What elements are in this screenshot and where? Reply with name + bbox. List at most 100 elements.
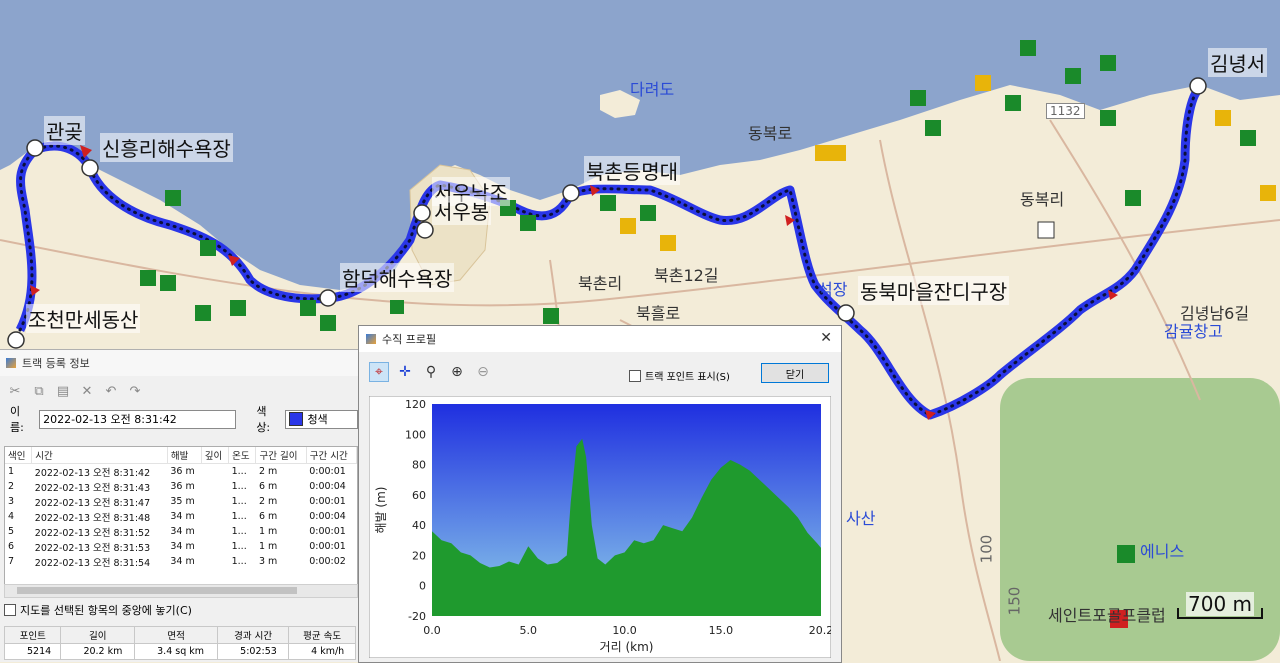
center-map-row[interactable]: 지도를 선택된 항목의 중앙에 놓기(C) [4, 602, 192, 618]
zoom-in-icon[interactable]: ⊕ [447, 362, 467, 382]
column-header[interactable]: 구간 시간 [306, 447, 357, 464]
waypoint-marker[interactable] [81, 159, 99, 177]
waypoint-marker[interactable] [562, 184, 580, 202]
summary-header: 경과 시간 [217, 626, 290, 644]
table-cell: 2022-02-13 오전 8:31:47 [34, 497, 151, 509]
waypoint-marker[interactable] [319, 289, 337, 307]
color-select[interactable]: 청색 [285, 409, 358, 429]
table-cell: 2022-02-13 오전 8:31:48 [34, 512, 151, 524]
table-cell: 6 m [258, 511, 278, 522]
map-label-bukchon-deungmyeong: 북촌등명대 [584, 156, 680, 185]
track-points-table[interactable]: 색인 시간 해발 깊이 온도 구간 길이 구간 시간 1 2022-02-13 오… [4, 446, 358, 586]
table-cell: 2022-02-13 오전 8:31:54 [34, 557, 151, 569]
table-cell: 1... [231, 526, 247, 537]
track-properties-panel: 트랙 등록 정보 ✂ ⧉ ▤ ✕ ↶ ↷ 이름: 2022-02-13 오전 8… [0, 349, 358, 662]
table-cell: 2022-02-13 오전 8:31:53 [34, 542, 151, 554]
table-row[interactable]: 5 2022-02-13 오전 8:31:52 34 m 1... 1 m 0:00:01 [5, 524, 357, 539]
y-tick-label: 40 [412, 519, 426, 532]
map-label-gwangot: 관곶 [44, 116, 85, 145]
table-cell: 2022-02-13 오전 8:31:52 [34, 527, 151, 539]
column-header[interactable]: 해발 [167, 447, 202, 464]
summary-header: 길이 [60, 626, 136, 644]
track-summary-table: 포인트 길이 면적 경과 시간 평균 속도 5214 20.2 km 3.4 s… [3, 626, 356, 660]
table-cell: 36 m [170, 481, 195, 492]
undo-icon[interactable]: ↶ [102, 384, 120, 399]
name-label: 이름: [10, 405, 24, 434]
y-tick-label: 80 [412, 459, 426, 472]
close-icon[interactable]: ✕ [820, 330, 832, 346]
map-label-contour-100: 100 [977, 534, 996, 564]
zoom-tool-icon[interactable]: ⚲ [421, 362, 441, 382]
table-cell: 2022-02-13 오전 8:31:42 [34, 467, 151, 479]
table-cell: 0:00:01 [309, 496, 346, 507]
x-axis-label: 거리 (km) [600, 640, 654, 654]
horizontal-scrollbar[interactable] [4, 584, 358, 598]
map-label-bukchon-12gil: 북촌12길 [654, 266, 719, 285]
column-header[interactable]: 깊이 [201, 447, 230, 464]
column-header[interactable]: 구간 길이 [255, 447, 307, 464]
table-cell: 2 [8, 481, 15, 492]
table-cell: 0:00:01 [309, 466, 346, 477]
waypoint-marker[interactable] [413, 204, 431, 222]
table-cell [201, 524, 228, 539]
y-tick-label: 0 [419, 580, 426, 593]
paste-icon[interactable]: ▤ [54, 384, 72, 399]
table-cell: 34 m [170, 511, 195, 522]
table-row[interactable]: 7 2022-02-13 오전 8:31:54 34 m 1... 3 m 0:00:02 [5, 554, 357, 569]
waypoint-marker[interactable] [26, 139, 44, 157]
table-row[interactable]: 3 2022-02-13 오전 8:31:47 35 m 1... 2 m 0:00:01 [5, 494, 357, 509]
vertical-profile-dialog: 수직 프로필 ✕ ⌖ ✛ ⚲ ⊕ ⊖ 트랙 포인트 표시(S) 닫기 120 10… [358, 325, 842, 663]
table-cell [201, 464, 228, 480]
table-cell: 0:00:04 [309, 511, 346, 522]
y-tick-label: 120 [405, 398, 426, 411]
map-label-contour-150: 150 [1005, 586, 1024, 616]
center-map-label: 지도를 선택된 항목의 중앙에 놓기(C) [20, 604, 192, 617]
scrollbar-thumb[interactable] [17, 587, 297, 594]
table-cell: 34 m [170, 526, 195, 537]
redo-icon[interactable]: ↷ [126, 384, 144, 399]
summary-header: 면적 [134, 626, 219, 644]
summary-header: 평균 속도 [288, 626, 356, 644]
center-map-checkbox[interactable] [4, 604, 16, 616]
waypoint-marker[interactable] [1189, 77, 1207, 95]
delete-icon[interactable]: ✕ [78, 384, 96, 399]
column-header[interactable]: 온도 [228, 447, 257, 464]
table-cell: 34 m [170, 541, 195, 552]
waypoint-marker[interactable] [7, 331, 25, 349]
table-cell: 5 [8, 526, 15, 537]
map-label-sasan: 사산 [846, 509, 876, 528]
table-row[interactable]: 4 2022-02-13 오전 8:31:48 34 m 1... 6 m 0:00:04 [5, 509, 357, 524]
table-row[interactable]: 6 2022-02-13 오전 8:31:53 34 m 1... 1 m 0:00:01 [5, 539, 357, 554]
name-row: 이름: 2022-02-13 오전 8:31:42 색상: 청색 [0, 405, 358, 434]
table-cell: 1 m [258, 526, 278, 537]
show-track-points-checkbox[interactable] [629, 369, 641, 382]
close-button[interactable]: 닫기 [761, 363, 829, 383]
map-label-hamdeok-beach: 함덕해수욕장 [340, 263, 455, 292]
elevation-profile-chart[interactable]: 120 100 80 60 40 20 0 -20 0.0 5.0 10.0 15.0 20.2 해발… [369, 396, 831, 658]
table-cell: 2022-02-13 오전 8:31:43 [34, 482, 151, 494]
waypoint-marker[interactable] [837, 304, 855, 322]
table-cell: 6 m [258, 481, 278, 492]
table-row[interactable]: 2 2022-02-13 오전 8:31:43 36 m 1... 6 m 0:00:04 [5, 479, 357, 494]
color-label: 색상: [256, 405, 271, 434]
column-header[interactable]: 시간 [31, 447, 168, 464]
x-tick-label: 5.0 [520, 624, 538, 637]
waypoint-marker[interactable] [416, 221, 434, 239]
copy-icon[interactable]: ⧉ [30, 384, 48, 399]
table-row[interactable]: 1 2022-02-13 오전 8:31:42 36 m 1... 2 m 0:00:01 [5, 464, 357, 480]
table-cell: 3 m [258, 556, 278, 567]
track-name-input[interactable]: 2022-02-13 오전 8:31:42 [39, 409, 237, 429]
table-cell [201, 509, 228, 524]
table-cell [201, 539, 228, 554]
summary-elapsed: 5:02:53 [217, 643, 290, 660]
map-label-road-1132: 1132 [1046, 103, 1085, 119]
cut-icon[interactable]: ✂ [6, 384, 24, 399]
column-header[interactable]: 색인 [5, 447, 33, 464]
table-cell: 0:00:01 [309, 526, 346, 537]
show-track-points-row[interactable]: 트랙 포인트 표시(S) [629, 368, 730, 383]
summary-speed: 4 km/h [288, 643, 356, 660]
crosshair-select-icon[interactable]: ⌖ [369, 362, 389, 382]
crosshair-icon[interactable]: ✛ [395, 362, 415, 382]
profile-title: 수직 프로필 [382, 333, 437, 346]
zoom-out-icon[interactable]: ⊖ [473, 362, 493, 382]
